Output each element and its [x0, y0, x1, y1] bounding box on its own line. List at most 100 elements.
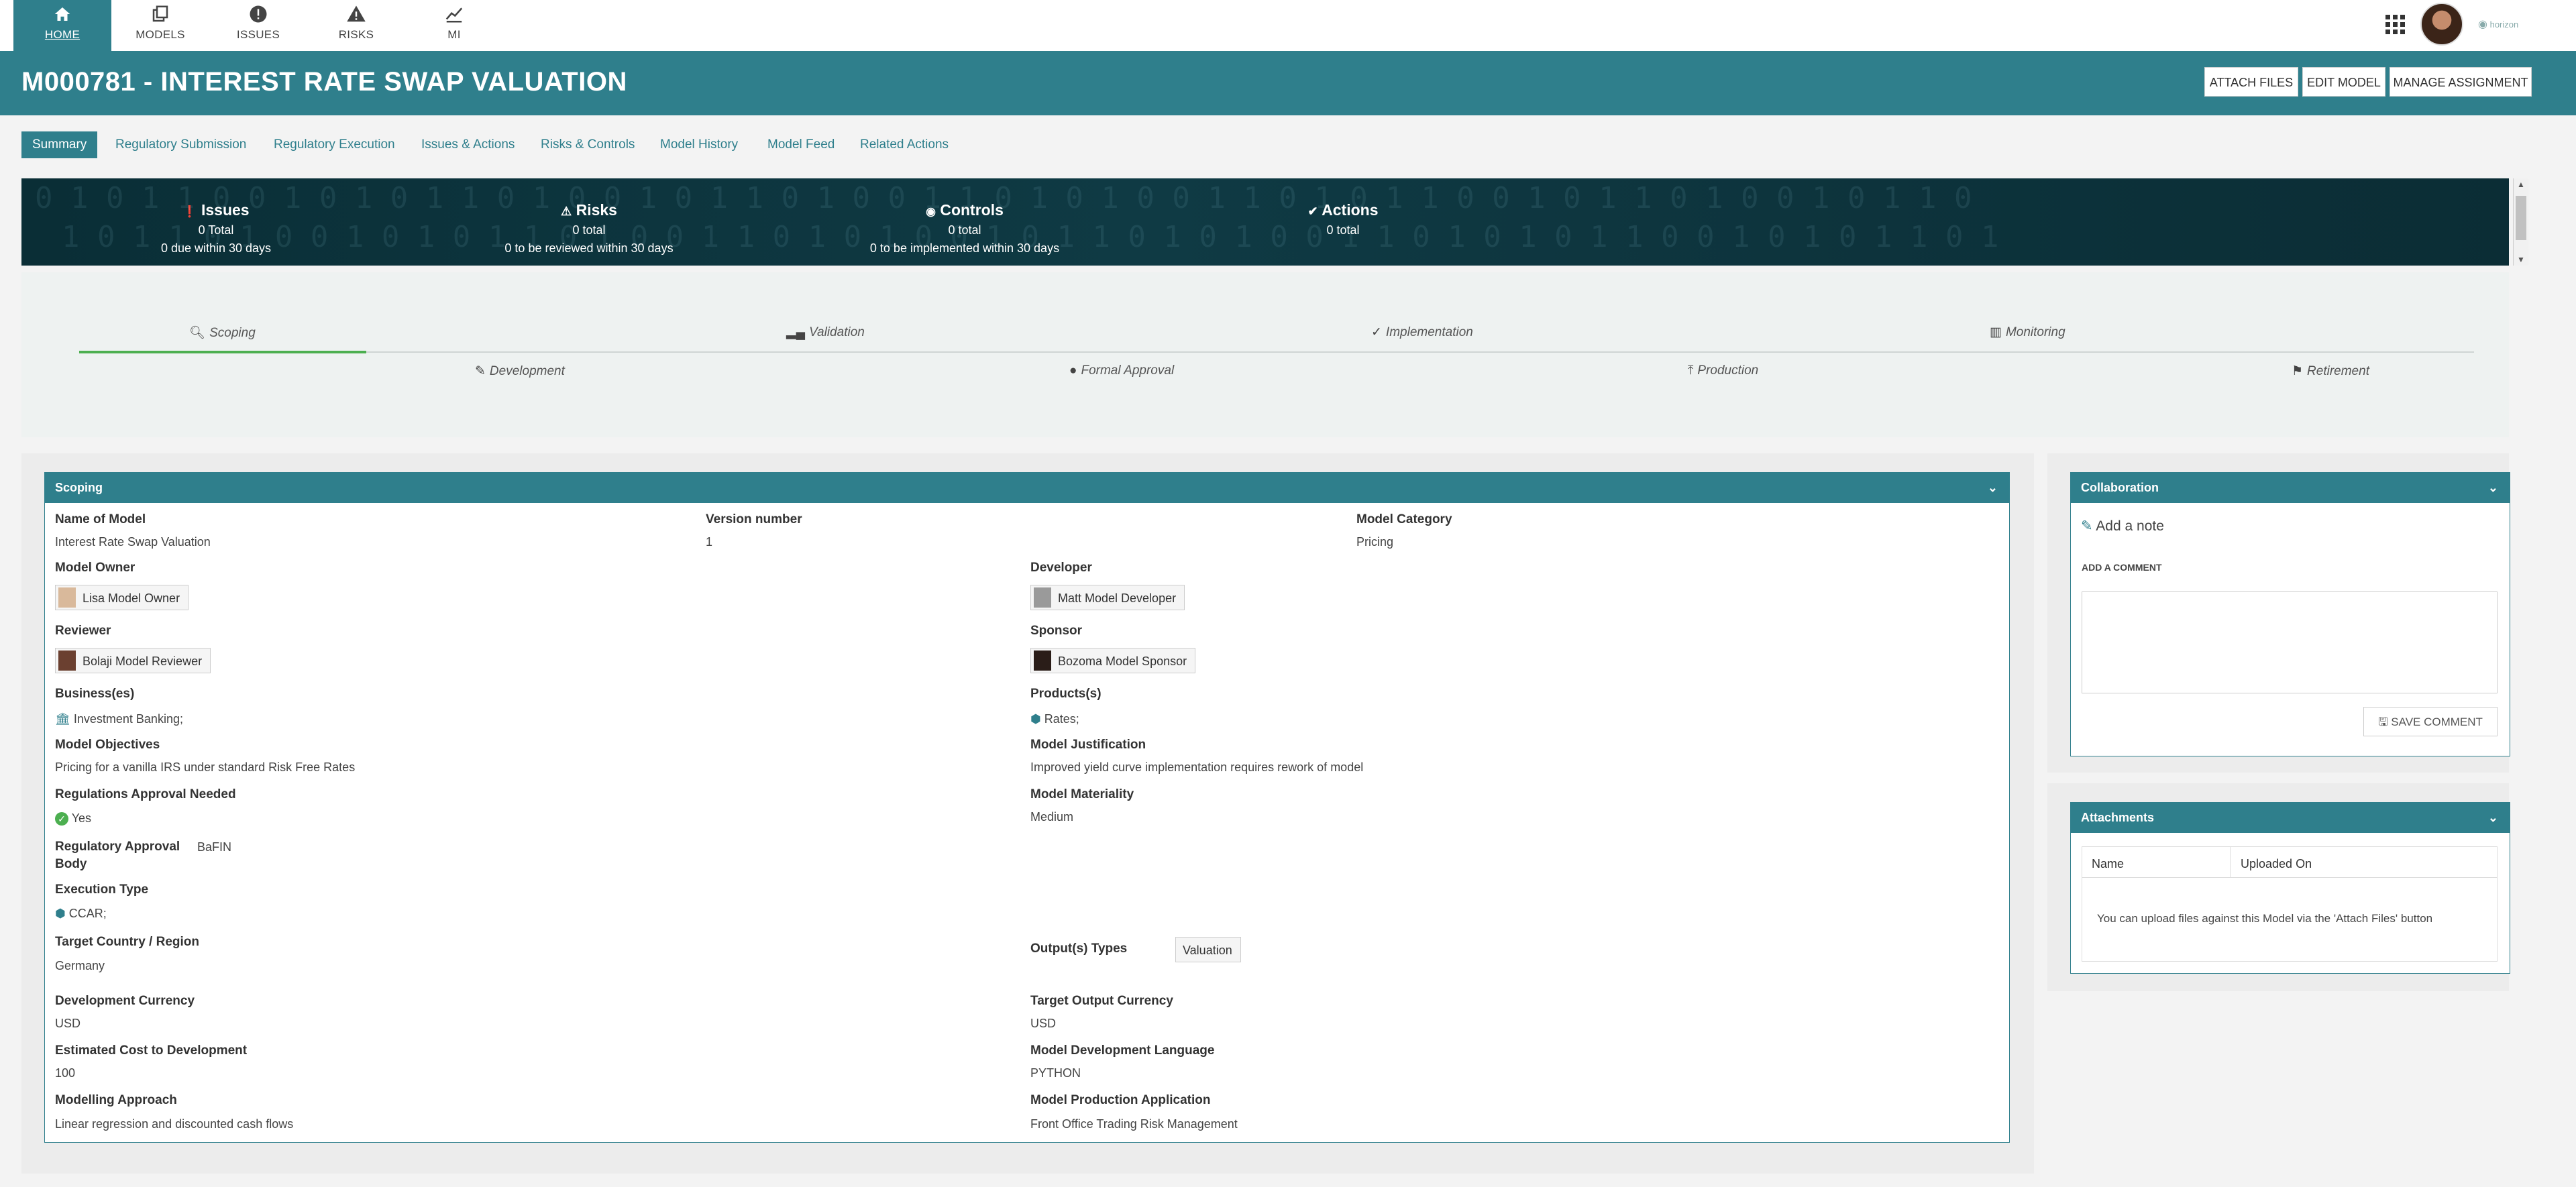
- comment-textarea[interactable]: [2082, 591, 2498, 693]
- apps-grid-icon[interactable]: [2385, 15, 2406, 35]
- stat-controls[interactable]: ◉ Controls 0 total 0 to be implemented w…: [810, 201, 1119, 256]
- lifecycle-stepper: [21, 272, 2509, 437]
- regulations-approval-text: Yes: [71, 811, 92, 825]
- sponsor-name: Bozoma Model Sponsor: [1058, 655, 1187, 668]
- models-icon: [152, 5, 168, 22]
- scoping-panel-title: Scoping: [55, 481, 103, 494]
- add-note-link[interactable]: ✎ Add a note: [2081, 518, 2164, 534]
- development-language-label: Model Development Language: [1030, 1043, 1215, 1058]
- avatar: [58, 587, 76, 608]
- column-name-header[interactable]: Name: [2092, 857, 2124, 871]
- scroll-up-icon[interactable]: ▲: [2517, 180, 2525, 189]
- reviewer-chip[interactable]: Bolaji Model Reviewer: [55, 648, 211, 673]
- stage-monitoring[interactable]: ▥ Monitoring: [1990, 325, 2065, 340]
- avatar: [1034, 587, 1051, 608]
- sponsor-chip[interactable]: Bozoma Model Sponsor: [1030, 648, 1196, 673]
- lifecycle-progress: [79, 351, 366, 353]
- products-label: Products(s): [1030, 687, 1102, 701]
- business-text: Investment Banking;: [73, 712, 183, 726]
- developer-label: Developer: [1030, 561, 1092, 575]
- lifecycle-track: [79, 351, 2474, 353]
- search-icon: 🔍︎: [189, 326, 206, 340]
- top-navigation: HOME MODELS ISSUES RISKS MI: [0, 0, 2576, 51]
- stat-issues[interactable]: ❗ Issues 0 Total 0 due within 30 days: [62, 201, 370, 256]
- modelling-approach-label: Modelling Approach: [55, 1093, 177, 1107]
- chevron-down-icon[interactable]: ⌄: [1988, 472, 1998, 503]
- stat-risks[interactable]: ⚠ Risks 0 total 0 to be reviewed within …: [435, 201, 743, 256]
- scoping-panel-header[interactable]: Scoping ⌄: [44, 472, 2010, 503]
- stage-validation[interactable]: ▂▄ Validation: [786, 325, 865, 340]
- stat-controls-total: 0 total: [948, 223, 981, 237]
- stage-retirement[interactable]: ⚑ Retirement: [2292, 363, 2369, 379]
- stage-implementation[interactable]: ✓ Implementation: [1371, 325, 1473, 340]
- collaboration-panel-header[interactable]: Collaboration ⌄: [2070, 472, 2510, 503]
- warning-icon: ⚠: [561, 205, 572, 218]
- version-number-value: 1: [706, 535, 713, 549]
- manage-assignment-button[interactable]: MANAGE ASSIGNMENT: [2390, 67, 2532, 97]
- save-icon: 🖫: [2378, 716, 2388, 728]
- model-justification-value: Improved yield curve implementation requ…: [1030, 760, 1364, 774]
- banner-scrollbar[interactable]: ▲ ▼: [2513, 178, 2528, 266]
- home-icon: [54, 7, 70, 21]
- flag-icon: ⚑: [2292, 364, 2304, 378]
- nav-risks[interactable]: RISKS: [307, 0, 405, 51]
- save-comment-button[interactable]: 🖫 SAVE COMMENT: [2363, 707, 2498, 736]
- reviewer-label: Reviewer: [55, 624, 111, 638]
- risks-icon: [347, 5, 366, 22]
- version-number-label: Version number: [706, 512, 802, 526]
- stat-issues-title: Issues: [201, 201, 250, 219]
- model-owner-chip[interactable]: Lisa Model Owner: [55, 585, 189, 610]
- attach-files-button[interactable]: ATTACH FILES: [2204, 67, 2298, 97]
- stat-risks-review: 0 to be reviewed within 30 days: [504, 241, 674, 255]
- attachments-panel-header[interactable]: Attachments ⌄: [2070, 802, 2510, 833]
- nav-models[interactable]: MODELS: [111, 0, 209, 51]
- nav-mi[interactable]: MI: [405, 0, 503, 51]
- issues-icon: [250, 5, 267, 23]
- tab-related-actions[interactable]: Related Actions: [860, 131, 949, 158]
- stage-development[interactable]: ✎ Development: [475, 363, 565, 379]
- scoping-panel: [44, 472, 2010, 1143]
- edit-model-button[interactable]: EDIT MODEL: [2302, 67, 2385, 97]
- production-application-label: Model Production Application: [1030, 1093, 1211, 1107]
- tab-risks-controls[interactable]: Risks & Controls: [541, 131, 635, 158]
- output-type-chip[interactable]: Valuation: [1175, 937, 1241, 962]
- stage-development-label: Development: [489, 364, 565, 378]
- stage-scoping[interactable]: 🔍︎ Scoping: [189, 325, 256, 341]
- eye-icon: ◉: [926, 205, 936, 218]
- tab-issues-actions[interactable]: Issues & Actions: [421, 131, 515, 158]
- stage-formal-approval[interactable]: ● Formal Approval: [1069, 363, 1174, 378]
- stage-retirement-label: Retirement: [2307, 364, 2369, 378]
- developer-chip[interactable]: Matt Model Developer: [1030, 585, 1185, 610]
- save-comment-label: SAVE COMMENT: [2391, 716, 2483, 728]
- tab-model-history[interactable]: Model History: [660, 131, 738, 158]
- collaboration-title: Collaboration: [2081, 481, 2159, 494]
- add-comment-label: ADD A COMMENT: [2082, 562, 2162, 573]
- tab-regulatory-execution[interactable]: Regulatory Execution: [274, 131, 395, 158]
- scroll-down-icon[interactable]: ▼: [2517, 255, 2525, 264]
- nav-home[interactable]: HOME: [13, 0, 111, 51]
- page-title: M000781 - INTEREST RATE SWAP VALUATION: [21, 67, 627, 97]
- avatar: [58, 651, 76, 671]
- user-avatar[interactable]: [2420, 3, 2463, 46]
- nav-mi-label: MI: [447, 28, 461, 41]
- tab-model-feed[interactable]: Model Feed: [767, 131, 835, 158]
- development-language-value: PYTHON: [1030, 1066, 1081, 1080]
- tab-summary[interactable]: Summary: [21, 131, 98, 158]
- stage-production[interactable]: ⤒ Production: [1688, 363, 1758, 378]
- stat-issues-total: 0 Total: [198, 223, 234, 237]
- column-uploaded-header[interactable]: Uploaded On: [2241, 857, 2312, 871]
- signal-bars-icon: ▂▄: [786, 325, 806, 339]
- scroll-thumb[interactable]: [2516, 196, 2526, 240]
- nav-issues[interactable]: ISSUES: [209, 0, 307, 51]
- tab-regulatory-submission[interactable]: Regulatory Submission: [115, 131, 246, 158]
- model-objectives-label: Model Objectives: [55, 738, 160, 752]
- cubes-icon: ⬢: [55, 907, 66, 920]
- chevron-down-icon[interactable]: ⌄: [2488, 802, 2498, 833]
- execution-type-text: CCAR;: [68, 907, 107, 920]
- stage-scoping-label: Scoping: [209, 326, 256, 340]
- model-category-label: Model Category: [1356, 512, 1452, 526]
- chevron-down-icon[interactable]: ⌄: [2488, 472, 2498, 503]
- execution-type-value: ⬢ CCAR;: [55, 907, 107, 921]
- stat-actions[interactable]: ✔ Actions 0 total: [1189, 201, 1497, 237]
- check-circle-icon: ✓: [55, 812, 68, 826]
